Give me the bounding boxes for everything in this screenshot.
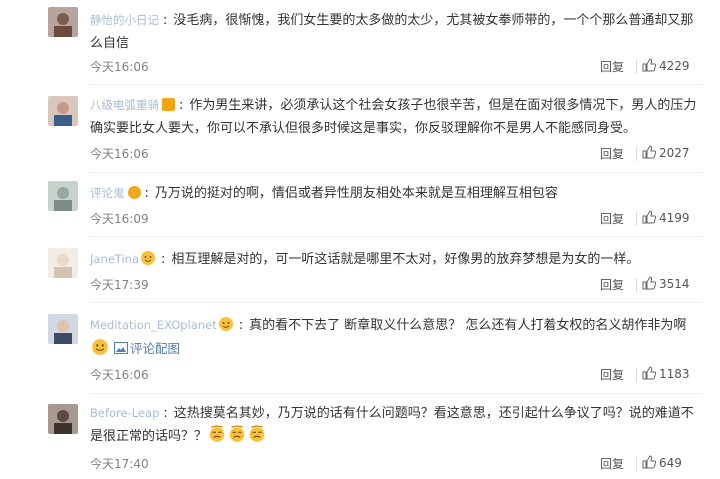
gold-badge-icon: [127, 186, 141, 199]
comment-meta: 今天17:39 回复 3514: [90, 276, 702, 294]
like-button[interactable]: 1183: [642, 366, 702, 381]
avatar[interactable]: [48, 314, 78, 344]
comment-text: 相互理解是对的，可一听这话就是哪里不太对，好像男的放弃梦想是为女的一样。: [171, 252, 640, 267]
thumbs-up-icon: [642, 58, 657, 72]
image-icon: [114, 342, 128, 354]
comment-divider: [90, 84, 702, 85]
reply-button[interactable]: 回复: [600, 210, 624, 227]
avatar[interactable]: [48, 96, 78, 126]
comment-meta: 今天17:40 回复 649: [90, 455, 702, 473]
comment-meta: 今天16:06 回复 2027: [90, 145, 702, 163]
comment-body: Meditation_EXOplanet: 真的看不下去了 断章取义什么意思？ 怎…: [90, 317, 687, 356]
like-button[interactable]: 3514: [642, 276, 702, 291]
emoji-icon: [141, 251, 156, 265]
avatar[interactable]: [48, 404, 78, 434]
comment-time: 今天16:06: [90, 368, 149, 382]
comment-username[interactable]: Meditation_EXOplanet: [90, 318, 217, 332]
comment-image-link[interactable]: 评论配图: [130, 341, 180, 356]
comment-time: 今天17:39: [90, 278, 149, 292]
comment-text: 真的看不下去了 断章取义什么意思？ 怎么还有人打着女权的名义胡作非为啊: [249, 318, 687, 333]
thumbs-up-icon: [642, 145, 657, 159]
comment-time: 今天16:09: [90, 212, 149, 226]
thumbs-up-icon: [642, 276, 657, 290]
divider: [636, 278, 637, 292]
vip-badge-icon: [162, 98, 175, 111]
like-count: 3514: [659, 277, 690, 291]
like-button[interactable]: 2027: [642, 145, 702, 160]
comment-divider: [90, 302, 702, 303]
comment-feed: 静怡的小日记: 没毛病，很惭愧，我们女生要的太多做的太少，尤其被女拳师带的，一个个…: [0, 0, 720, 479]
comment-text: 这热搜莫名其妙，乃万说的话有什么问题吗？看这意思，还引起什么争议了吗？说的难道不…: [90, 406, 694, 444]
avatar[interactable]: [48, 7, 78, 37]
comment-username[interactable]: Before-Leap: [90, 406, 159, 420]
like-count: 2027: [659, 146, 690, 160]
like-count: 4229: [659, 59, 690, 73]
comment-text: 乃万说的挺对的啊，情侣或者异性朋友相处本来就是互相理解互相包容: [154, 186, 558, 201]
comment-body: JaneTina: 相互理解是对的，可一听这话就是哪里不太对，好像男的放弃梦想是为…: [90, 251, 640, 267]
divider: [636, 457, 637, 471]
comment-time: 今天17:40: [90, 457, 149, 471]
comment-divider: [90, 236, 702, 237]
comment-meta: 今天16:09 回复 4199: [90, 210, 702, 228]
reply-button[interactable]: 回复: [600, 455, 624, 472]
comment-body: 静怡的小日记: 没毛病，很惭愧，我们女生要的太多做的太少，尤其被女拳师带的，一个个…: [90, 13, 694, 51]
dizzy-emoji-icon: [229, 425, 245, 442]
comment-body: Before-Leap: 这热搜莫名其妙，乃万说的话有什么问题吗？看这意思，还引起…: [90, 406, 694, 444]
like-button[interactable]: 4229: [642, 58, 702, 73]
comment-time: 今天16:06: [90, 60, 149, 74]
comment-username[interactable]: JaneTina: [90, 252, 139, 266]
reply-button[interactable]: 回复: [600, 276, 624, 293]
smile-emoji-icon: [92, 339, 108, 355]
comment-meta: 今天16:06 回复 1183: [90, 366, 702, 384]
like-count: 4199: [659, 211, 690, 225]
dizzy-emoji-icon: [249, 425, 265, 442]
comment-divider: [90, 393, 702, 394]
divider: [636, 212, 637, 226]
reply-button[interactable]: 回复: [600, 366, 624, 383]
comment-time: 今天16:06: [90, 147, 149, 161]
emoji-icon: [218, 317, 233, 331]
divider: [636, 368, 637, 382]
comment-meta: 今天16:06 回复 4229: [90, 58, 702, 76]
thumbs-up-icon: [642, 210, 657, 224]
like-button[interactable]: 649: [642, 455, 702, 470]
avatar[interactable]: [48, 248, 78, 278]
comment-body: 评论鬼: 乃万说的挺对的啊，情侣或者异性朋友相处本来就是互相理解互相包容: [90, 186, 558, 201]
comment-username[interactable]: 评论鬼: [90, 186, 125, 200]
comment-username[interactable]: 静怡的小日记: [90, 13, 159, 27]
comment-username[interactable]: 八级电弧重骑: [90, 98, 159, 112]
dizzy-emoji-icon: [209, 425, 225, 442]
divider: [636, 60, 637, 74]
like-button[interactable]: 4199: [642, 210, 702, 225]
reply-button[interactable]: 回复: [600, 58, 624, 75]
avatar[interactable]: [48, 181, 78, 211]
comment-body: 八级电弧重骑: 作为男生来讲，必须承认这个社会女孩子也很辛苦，但是在面对很多情况下…: [90, 98, 697, 136]
reply-button[interactable]: 回复: [600, 145, 624, 162]
like-count: 649: [659, 456, 682, 470]
comment-text: 没毛病，很惭愧，我们女生要的太多做的太少，尤其被女拳师带的，一个个那么普通却又那…: [90, 13, 694, 51]
divider: [636, 147, 637, 161]
thumbs-up-icon: [642, 366, 657, 380]
comment-divider: [90, 172, 702, 173]
thumbs-up-icon: [642, 455, 657, 469]
like-count: 1183: [659, 367, 690, 381]
